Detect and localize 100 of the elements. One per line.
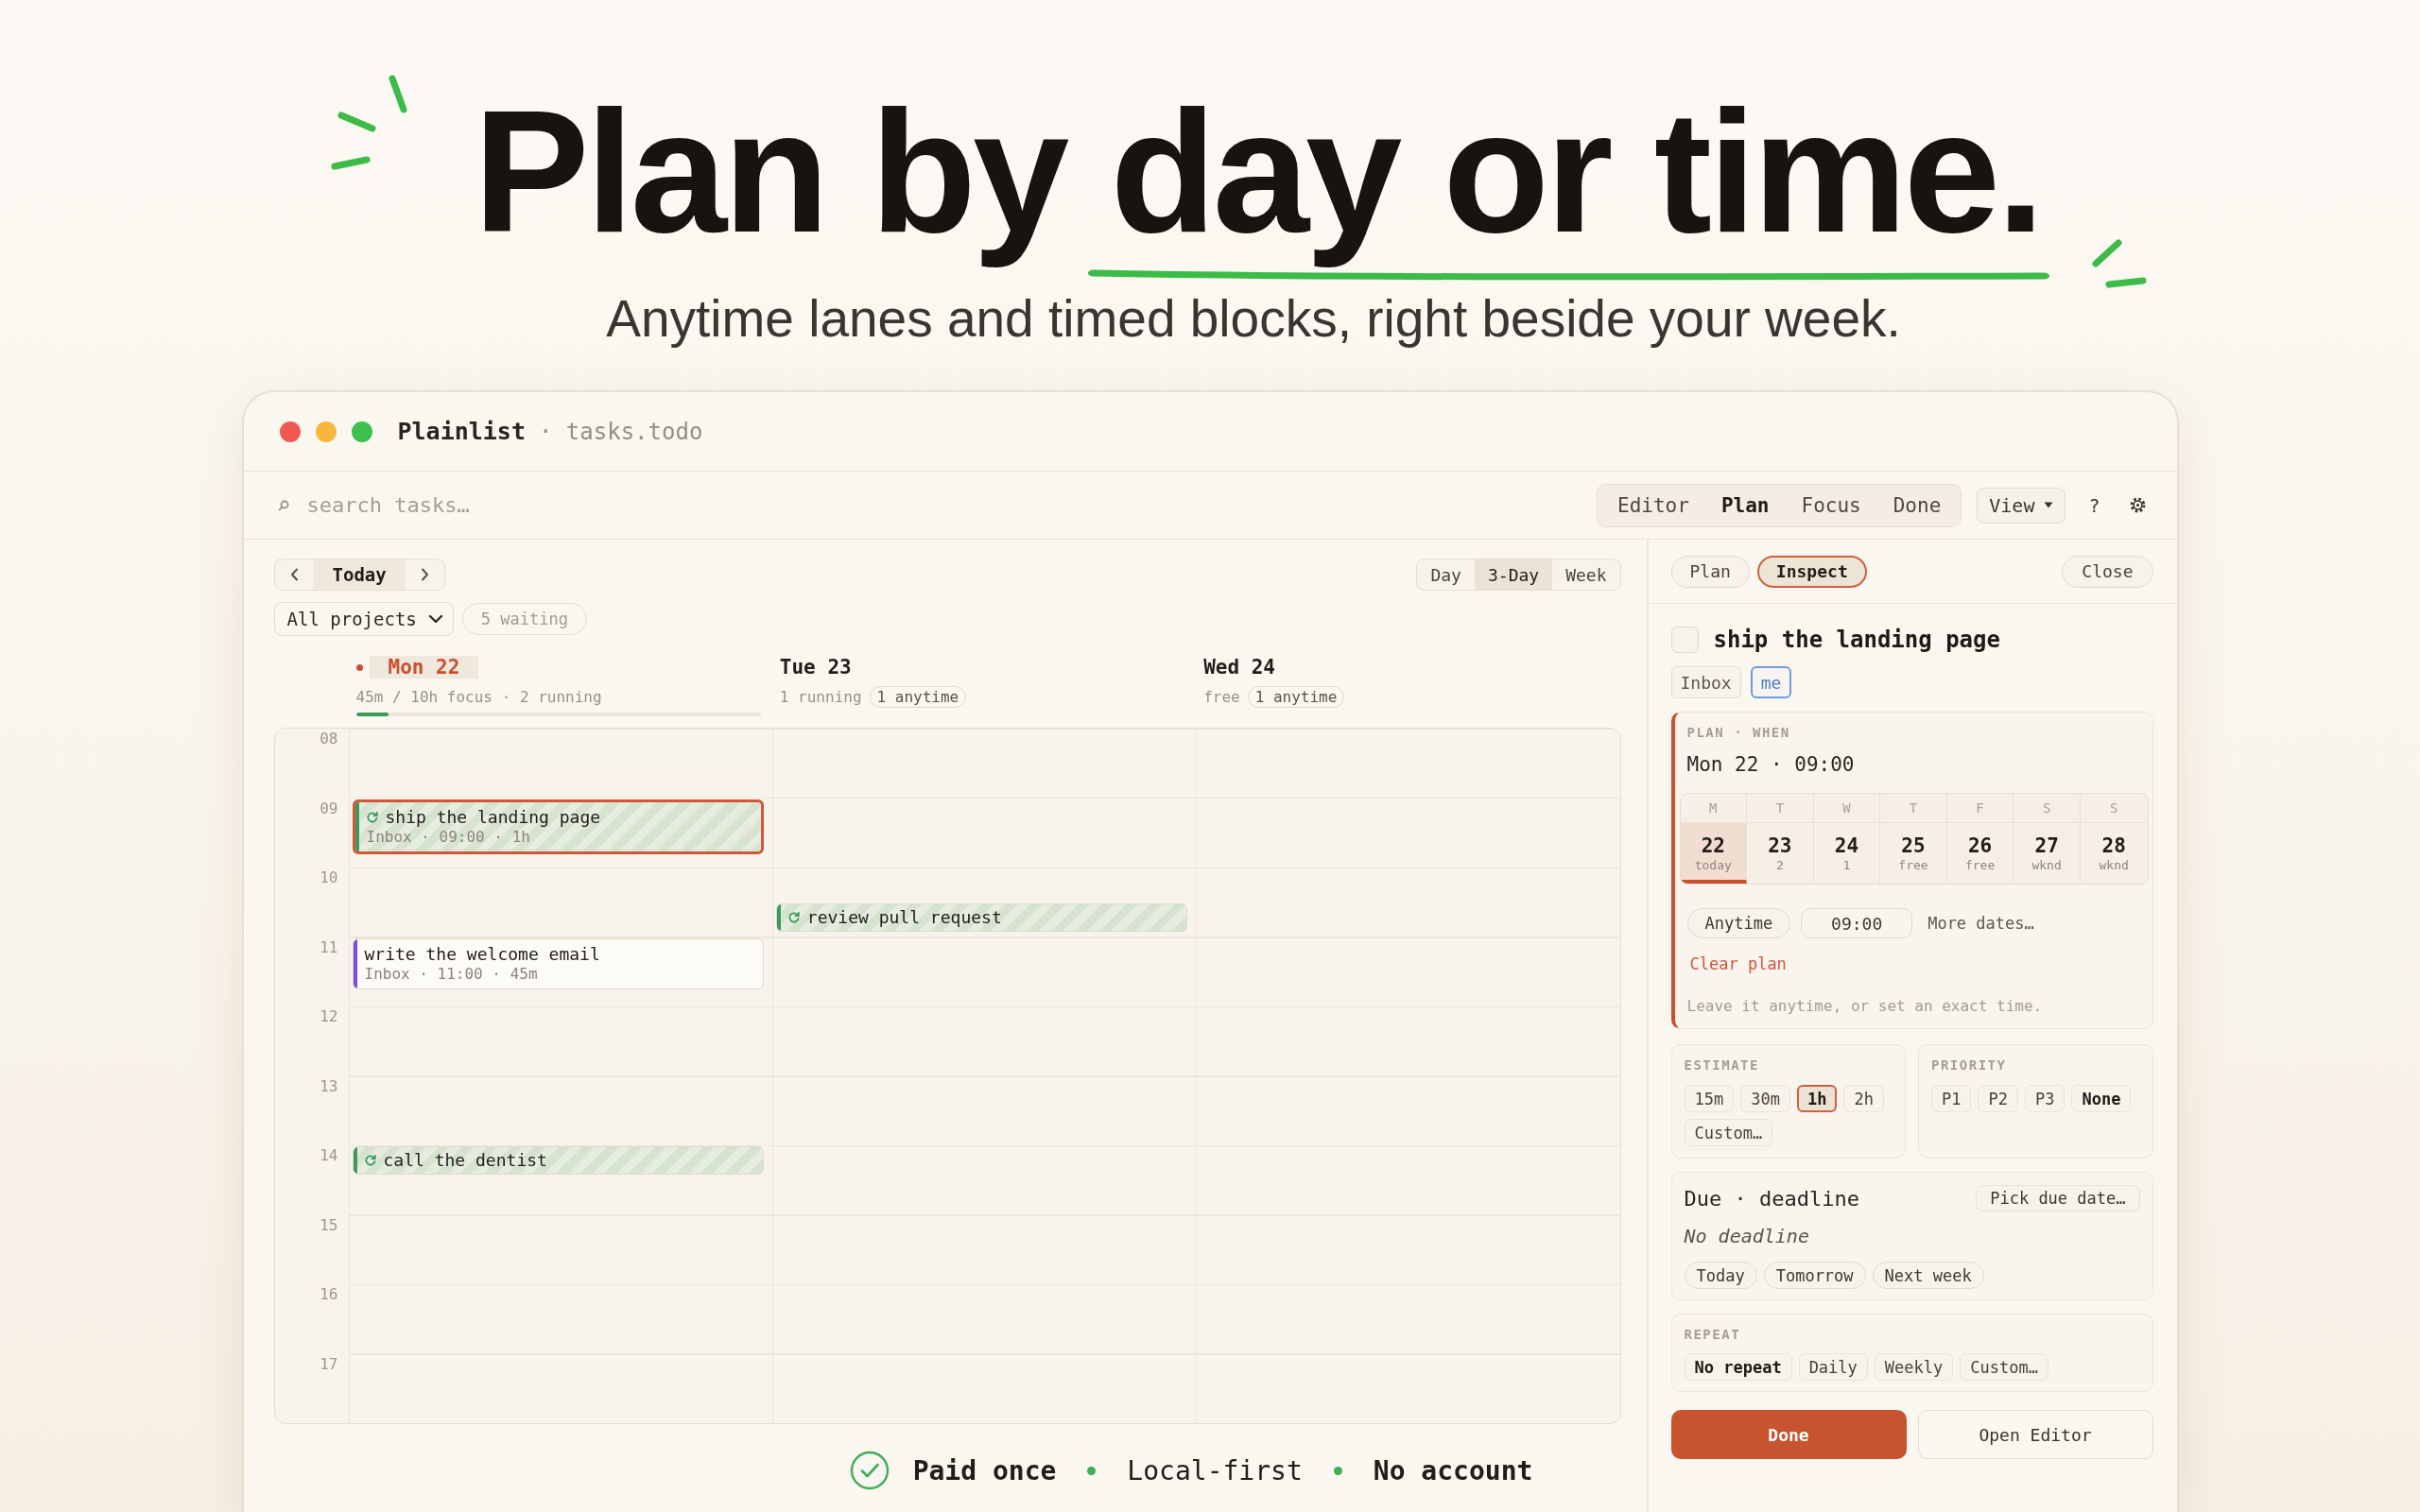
day-summary: 1 running bbox=[779, 687, 862, 706]
view-menu-button[interactable]: View bbox=[1977, 487, 2066, 524]
weekday-label: W bbox=[1813, 794, 1881, 823]
circular-arrow-icon bbox=[364, 1155, 376, 1166]
bullet-icon bbox=[1087, 1466, 1097, 1475]
hour-label: 11 bbox=[320, 937, 338, 957]
repeat-option[interactable]: Custom… bbox=[1960, 1353, 2048, 1381]
view-tab[interactable]: Week bbox=[1552, 559, 1620, 590]
window-zoom-button[interactable] bbox=[351, 421, 372, 442]
dot-icon bbox=[355, 663, 363, 671]
window-close-button[interactable] bbox=[279, 421, 301, 442]
estimate-option[interactable]: 2h bbox=[1843, 1085, 1884, 1112]
week-day-cell[interactable]: 22 today bbox=[1680, 823, 1748, 884]
clear-plan-link[interactable]: Clear plan bbox=[1686, 954, 1787, 974]
hour-label: 15 bbox=[320, 1215, 338, 1235]
settings-icon[interactable] bbox=[2128, 496, 2147, 514]
event-title: write the welcome email bbox=[364, 943, 600, 965]
mode-tab[interactable]: Plan bbox=[1704, 487, 1786, 524]
week-day-cell[interactable]: 27 wknd bbox=[2014, 823, 2081, 884]
day-label: Wed 24 bbox=[1203, 656, 1275, 679]
day-summary: 45m / 10h focus · 2 running bbox=[355, 687, 602, 706]
hour-label: 14 bbox=[320, 1146, 338, 1165]
caret-icon bbox=[2044, 502, 2054, 508]
bullet-icon bbox=[1333, 1466, 1342, 1475]
due-shortcut-button[interactable]: Tomorrow bbox=[1763, 1262, 1866, 1289]
hour-label: 10 bbox=[320, 868, 338, 887]
repeat-option[interactable]: Weekly bbox=[1874, 1353, 1954, 1381]
done-button[interactable]: Done bbox=[1670, 1410, 1907, 1459]
hour-label: 12 bbox=[320, 1007, 338, 1026]
priority-option[interactable]: P1 bbox=[1931, 1085, 1972, 1112]
circular-arrow-icon bbox=[366, 811, 378, 823]
more-dates-link[interactable]: More dates… bbox=[1927, 914, 2034, 933]
due-value: No deadline bbox=[1684, 1225, 1810, 1248]
day-label: Mon 22 bbox=[369, 656, 479, 679]
repeat-option[interactable]: No repeat bbox=[1684, 1353, 1792, 1381]
event-meta: Inbox · 09:00 · 1h bbox=[366, 827, 531, 846]
view-tab[interactable]: 3-Day bbox=[1474, 559, 1553, 590]
pick-due-date-button[interactable]: Pick due date… bbox=[1976, 1185, 2140, 1211]
priority-option[interactable]: None bbox=[2071, 1085, 2132, 1112]
file-name: · tasks.todo bbox=[538, 418, 703, 445]
plan-value: Mon 22 · 09:00 bbox=[1686, 753, 1856, 777]
search-field[interactable]: search tasks… bbox=[306, 490, 1598, 520]
event-card[interactable]: write the welcome email Inbox · 11:00 · 45m bbox=[352, 937, 764, 989]
estimate-option[interactable]: 30m bbox=[1740, 1085, 1790, 1112]
mode-tab[interactable]: Focus bbox=[1785, 487, 1877, 524]
due-shortcut-button[interactable]: Today bbox=[1684, 1262, 1757, 1289]
week-day-cell[interactable]: 28 wknd bbox=[2080, 823, 2148, 884]
app-name: Plainlist bbox=[397, 418, 526, 445]
footer-text: Paid once bbox=[912, 1454, 1057, 1486]
open-editor-button[interactable]: Open Editor bbox=[1917, 1410, 2153, 1459]
event-title: ship the landing page bbox=[385, 806, 601, 828]
hour-label: 08 bbox=[320, 730, 338, 748]
event-card[interactable]: review pull request bbox=[775, 902, 1188, 932]
week-day-cell[interactable]: 25 free bbox=[1880, 823, 1947, 884]
panel-tab[interactable]: Plan bbox=[1670, 555, 1750, 588]
subtitle: Anytime lanes and timed blocks, right beside your week. bbox=[605, 288, 1902, 350]
view-tab[interactable]: Day bbox=[1417, 559, 1475, 590]
today-button[interactable]: Today bbox=[313, 559, 406, 590]
section-label: PLAN · WHEN bbox=[1686, 725, 1791, 741]
assignee-tag[interactable]: me bbox=[1750, 666, 1792, 698]
week-day-cell[interactable]: 23 2 bbox=[1747, 823, 1814, 884]
week-day-cell[interactable]: 24 1 bbox=[1813, 823, 1881, 884]
mode-tab[interactable]: Done bbox=[1876, 487, 1958, 524]
estimate-option[interactable]: 15m bbox=[1684, 1085, 1735, 1112]
day-label: Tue 23 bbox=[779, 656, 852, 679]
mode-tab[interactable]: Editor bbox=[1601, 487, 1705, 524]
close-button[interactable]: Close bbox=[2062, 555, 2153, 588]
check-circle-icon bbox=[849, 1451, 890, 1490]
weekday-label: S bbox=[2014, 794, 2081, 823]
panel-tab[interactable]: Inspect bbox=[1756, 555, 1867, 588]
section-label: ESTIMATE bbox=[1684, 1057, 1760, 1074]
project-filter[interactable]: All projects bbox=[273, 602, 454, 636]
burst-lines-icon bbox=[329, 74, 409, 172]
day-summary: free bbox=[1203, 687, 1240, 706]
event-card[interactable]: call the dentist bbox=[352, 1146, 764, 1175]
checkbox[interactable] bbox=[1670, 627, 1699, 653]
help-button[interactable]: ? bbox=[2084, 493, 2104, 517]
time-field[interactable]: 09:00 bbox=[1801, 908, 1913, 938]
weekday-label: T bbox=[1880, 794, 1947, 823]
anytime-button[interactable]: Anytime bbox=[1686, 908, 1791, 938]
event-meta: Inbox · 11:00 · 45m bbox=[364, 964, 539, 983]
estimate-option[interactable]: Custom… bbox=[1684, 1119, 1773, 1146]
priority-option[interactable]: P3 bbox=[2024, 1085, 2066, 1112]
due-shortcut-button[interactable]: Next week bbox=[1872, 1262, 1984, 1289]
event-card[interactable]: ship the landing page Inbox · 09:00 · 1h bbox=[352, 799, 764, 854]
hour-label: 09 bbox=[320, 799, 338, 818]
section-label: REPEAT bbox=[1684, 1327, 1742, 1343]
circular-arrow-icon bbox=[787, 911, 800, 923]
section-label: PRIORITY bbox=[1931, 1057, 2008, 1074]
hour-label: 17 bbox=[320, 1354, 338, 1374]
hour-label: 13 bbox=[320, 1076, 338, 1096]
priority-option[interactable]: P2 bbox=[1978, 1085, 2018, 1112]
window-minimize-button[interactable] bbox=[315, 421, 337, 442]
project-tag[interactable]: Inbox bbox=[1670, 666, 1741, 698]
week-day-cell[interactable]: 26 free bbox=[1946, 823, 2014, 884]
chevron-right-icon bbox=[420, 568, 429, 581]
search-icon bbox=[277, 499, 289, 511]
repeat-option[interactable]: Daily bbox=[1798, 1353, 1868, 1381]
estimate-option[interactable]: 1h bbox=[1796, 1085, 1838, 1112]
due-title: Due · deadline bbox=[1684, 1186, 1859, 1211]
